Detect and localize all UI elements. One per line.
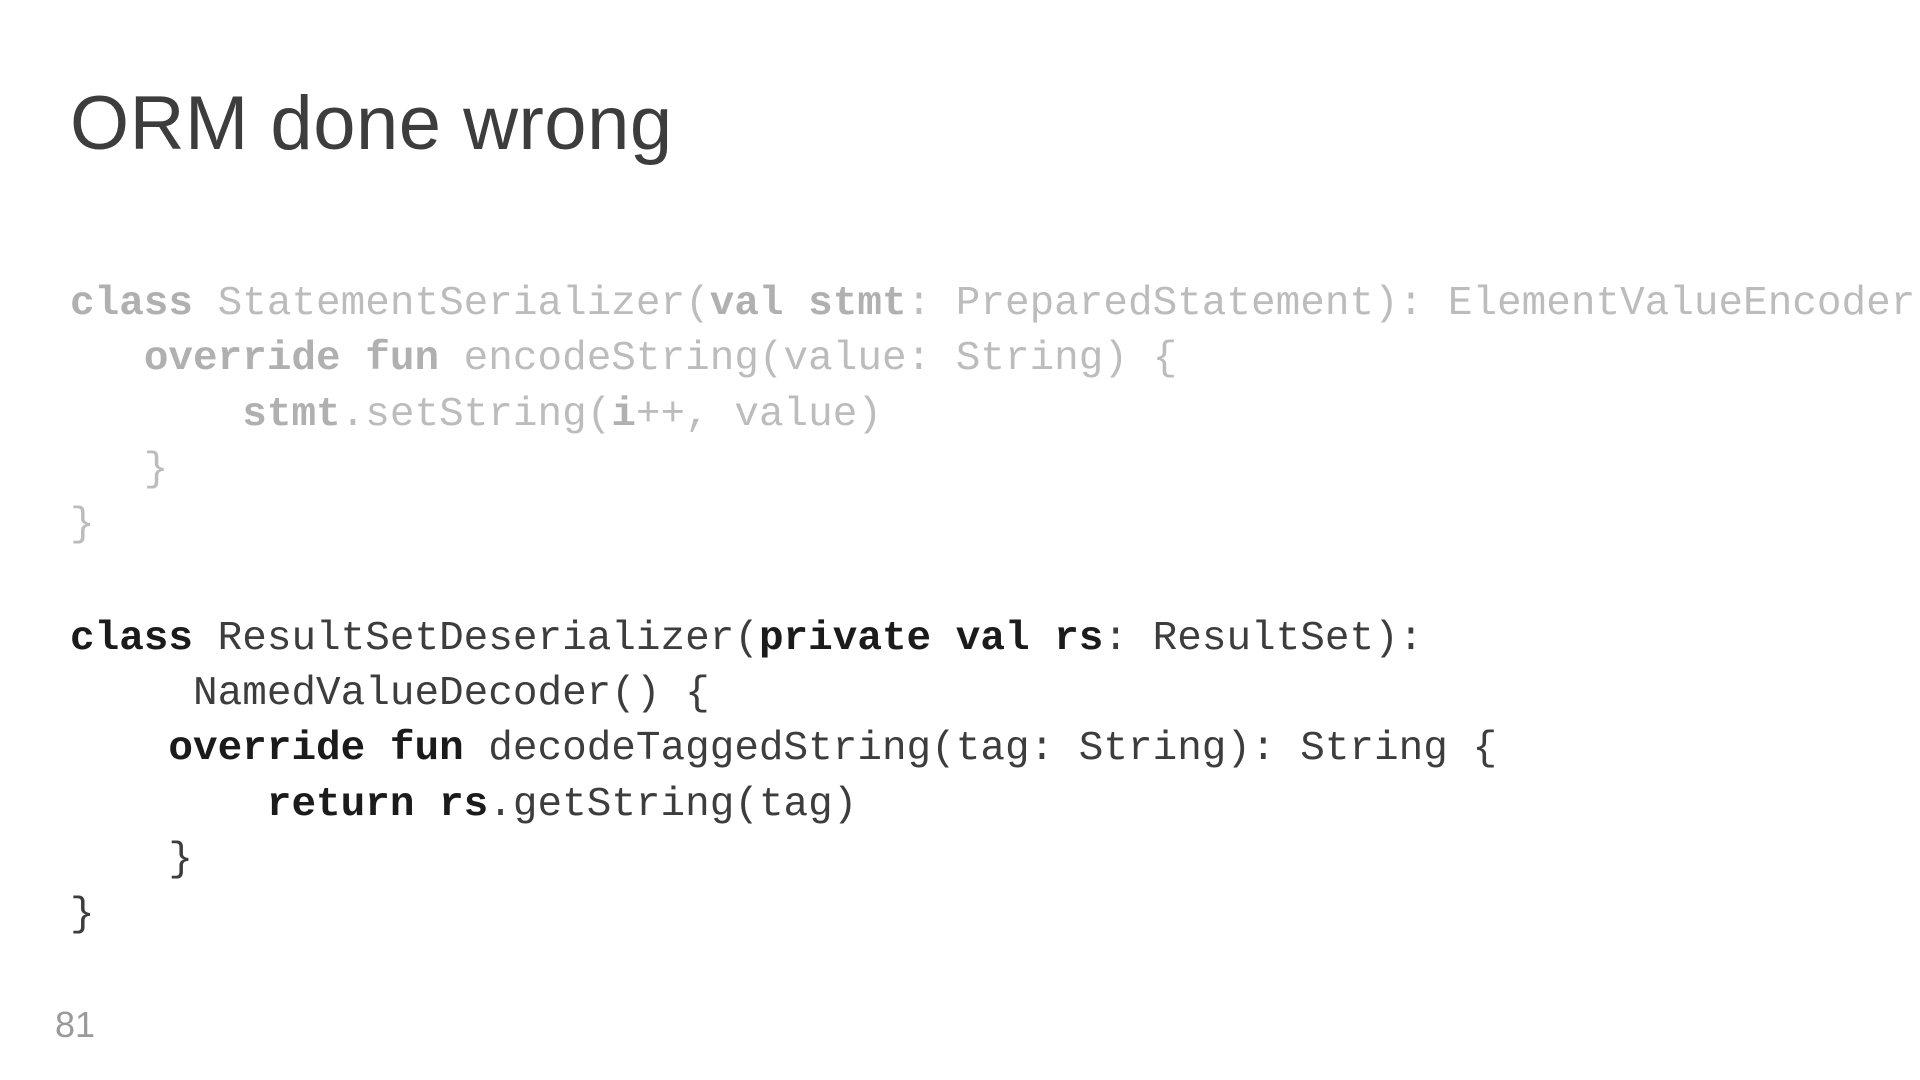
code-text: NamedValueDecoder() { (70, 671, 710, 717)
code-text: } (70, 502, 95, 548)
code-text (1030, 616, 1055, 662)
code-text (70, 782, 267, 828)
code-text: } (70, 837, 193, 883)
code-text: } (70, 447, 168, 493)
code-text: } (70, 892, 95, 938)
keyword: private (759, 616, 931, 662)
code-text (931, 616, 956, 662)
keyword: val (956, 616, 1030, 662)
keyword: return (267, 782, 415, 828)
keyword: stmt (242, 392, 340, 438)
keyword: i (611, 392, 636, 438)
keyword: fun (390, 726, 464, 772)
code-text (365, 726, 390, 772)
keyword: rs (439, 782, 488, 828)
code-text (784, 281, 809, 327)
code-block-2: class ResultSetDeserializer(private val … (70, 612, 1850, 944)
page-number: 81 (55, 1004, 95, 1046)
code-text: ResultSetDeserializer( (193, 616, 759, 662)
keyword: class (70, 616, 193, 662)
keyword: fun (365, 336, 439, 382)
keyword: class (70, 281, 193, 327)
code-text (341, 336, 366, 382)
code-text: decodeTaggedString(tag: String): String … (464, 726, 1497, 772)
code-text: ++, value) (636, 392, 882, 438)
keyword: override (144, 336, 341, 382)
code-block-1: class StatementSerializer(val stmt: Prep… (70, 277, 1850, 554)
code-text: .setString( (341, 392, 612, 438)
keyword: val (710, 281, 784, 327)
code-text: : ResultSet): (1103, 616, 1447, 662)
code-text: StatementSerializer( (193, 281, 710, 327)
code-text: : PreparedStatement): ElementValueEncode… (907, 281, 1920, 327)
slide: ORM done wrong class StatementSerializer… (0, 0, 1920, 1080)
keyword: stmt (808, 281, 906, 327)
code-text (414, 782, 439, 828)
code-text (70, 336, 144, 382)
keyword: rs (1054, 616, 1103, 662)
code-text (70, 726, 168, 772)
code-text: .getString(tag) (488, 782, 857, 828)
keyword: override (168, 726, 365, 772)
slide-title: ORM done wrong (70, 80, 1850, 167)
code-text: encodeString(value: String) { (439, 336, 1177, 382)
code-text (70, 392, 242, 438)
